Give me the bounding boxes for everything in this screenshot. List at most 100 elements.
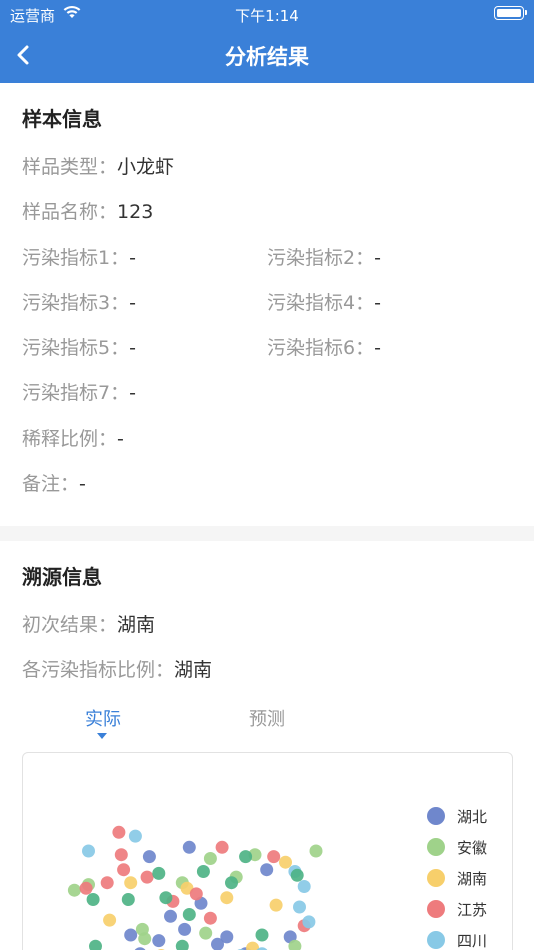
indicator-4-label: 污染指标4： xyxy=(267,292,375,314)
sample-name-label: 样品名称： xyxy=(22,201,118,223)
indicator-1-row: 污染指标1：- xyxy=(22,243,136,270)
ratio-label: 各污染指标比例： xyxy=(22,659,175,681)
dilution-label: 稀释比例： xyxy=(22,428,118,450)
indicator-7-label: 污染指标7： xyxy=(22,382,130,404)
scatter-point xyxy=(178,922,192,936)
indicator-1-label: 污染指标1： xyxy=(22,247,130,269)
indicator-6-row: 污染指标6：- xyxy=(267,333,381,360)
legend-dot xyxy=(427,838,445,856)
scatter-point xyxy=(103,913,117,927)
scatter-point xyxy=(159,891,173,905)
dilution-row: 稀释比例：- xyxy=(22,424,124,451)
status-bar: 运营商 下午1:14 xyxy=(0,0,534,28)
trace-info-title: 溯源信息 xyxy=(22,565,102,589)
scatter-point xyxy=(140,870,154,884)
legend-item[interactable]: 四川 xyxy=(425,929,505,950)
legend-item[interactable]: 安徽 xyxy=(425,836,505,860)
scatter-point xyxy=(196,865,210,878)
indicator-7-value: - xyxy=(129,382,136,404)
scatter-point xyxy=(82,844,95,858)
sample-name-row: 样品名称：123 xyxy=(22,197,153,224)
legend-label: 安徽 xyxy=(457,839,488,857)
scatter-point xyxy=(152,866,166,880)
legend-item[interactable]: 湖北 xyxy=(425,805,505,829)
ratio-row: 各污染指标比例：湖南 xyxy=(22,655,212,682)
scatter-point xyxy=(269,898,283,912)
scatter-point xyxy=(246,941,260,950)
indicator-5-row: 污染指标5：- xyxy=(22,333,136,360)
chart-tabs: 实际 预测 xyxy=(0,705,534,745)
scatter-point xyxy=(142,850,156,864)
scatter-point xyxy=(203,911,217,925)
scatter-point xyxy=(279,855,292,869)
scatter-point xyxy=(112,825,126,839)
scatter-point xyxy=(267,850,281,864)
legend-dot xyxy=(427,869,445,887)
scatter-point xyxy=(124,928,138,942)
scatter-point xyxy=(175,939,189,950)
caret-down-icon xyxy=(97,733,107,739)
sample-type-row: 样品类型：小龙虾 xyxy=(22,152,174,179)
scatter-point xyxy=(309,844,323,858)
scatter-point xyxy=(86,893,100,906)
legend-item[interactable]: 江苏 xyxy=(425,898,505,922)
scatter-point xyxy=(239,850,253,864)
indicator-5-label: 污染指标5： xyxy=(22,337,130,359)
indicator-6-label: 污染指标6： xyxy=(267,337,375,359)
indicator-7-row: 污染指标7：- xyxy=(22,378,136,405)
initial-result-label: 初次结果： xyxy=(22,614,118,636)
scatter-point xyxy=(220,891,234,905)
indicator-3-value: - xyxy=(129,292,136,314)
sample-name-value: 123 xyxy=(117,201,154,223)
scatter-point xyxy=(260,863,274,877)
note-value: - xyxy=(79,473,86,495)
scatter-point xyxy=(121,893,135,906)
scatter-point xyxy=(203,852,217,865)
scatter-point xyxy=(225,876,238,890)
legend-dot xyxy=(427,900,445,918)
initial-result-row: 初次结果：湖南 xyxy=(22,610,155,637)
scatter-point xyxy=(293,900,306,914)
tab-actual[interactable]: 实际 xyxy=(63,705,143,739)
scatter-point xyxy=(114,848,128,862)
scatter-point xyxy=(128,829,142,843)
indicator-1-value: - xyxy=(129,247,136,269)
tab-predicted[interactable]: 预测 xyxy=(227,705,307,731)
scatter-point xyxy=(182,908,196,921)
indicator-4-row: 污染指标4：- xyxy=(267,288,381,315)
ratio-value: 湖南 xyxy=(174,659,213,681)
note-label: 备注： xyxy=(22,473,80,495)
legend-dot xyxy=(427,807,445,825)
sample-type-label: 样品类型： xyxy=(22,156,118,178)
sample-type-value: 小龙虾 xyxy=(117,156,175,178)
tab-predicted-label: 预测 xyxy=(249,709,285,730)
indicator-3-label: 污染指标3： xyxy=(22,292,130,314)
scatter-point xyxy=(124,876,138,890)
legend-label: 湖北 xyxy=(457,808,488,826)
scatter-point xyxy=(138,932,152,946)
page-title: 分析结果 xyxy=(225,45,309,69)
battery-icon xyxy=(494,6,527,20)
indicator-4-value: - xyxy=(374,292,381,314)
scatter-point xyxy=(215,840,229,854)
scatter-point xyxy=(67,883,81,897)
indicator-3-row: 污染指标3：- xyxy=(22,288,136,315)
initial-result-value: 湖南 xyxy=(117,614,156,636)
scatter-point xyxy=(117,863,131,877)
scatter-point xyxy=(100,876,114,890)
scatter-point xyxy=(152,934,166,948)
note-row: 备注：- xyxy=(22,469,86,496)
legend-label: 湖南 xyxy=(457,870,488,888)
legend-item[interactable]: 湖南 xyxy=(425,867,505,891)
nav-bar: 分析结果 xyxy=(0,28,534,83)
sample-info-card: 样本信息 样品类型：小龙虾 样品名称：123 污染指标1：- 污染指标2：- 污… xyxy=(0,83,534,526)
tab-actual-label: 实际 xyxy=(85,709,121,730)
legend-label: 江苏 xyxy=(457,901,488,919)
scatter-chart: 湖北安徽湖南江苏四川 xyxy=(22,752,513,950)
dilution-value: - xyxy=(117,428,124,450)
trace-info-card: 溯源信息 初次结果：湖南 各污染指标比例：湖南 实际 预测 湖北 安徽 湖南 江苏 四川 xyxy=(0,541,534,950)
scatter-point xyxy=(290,868,304,882)
scatter-point xyxy=(89,939,102,950)
scatter-point xyxy=(255,928,269,942)
scatter-point xyxy=(79,881,93,895)
